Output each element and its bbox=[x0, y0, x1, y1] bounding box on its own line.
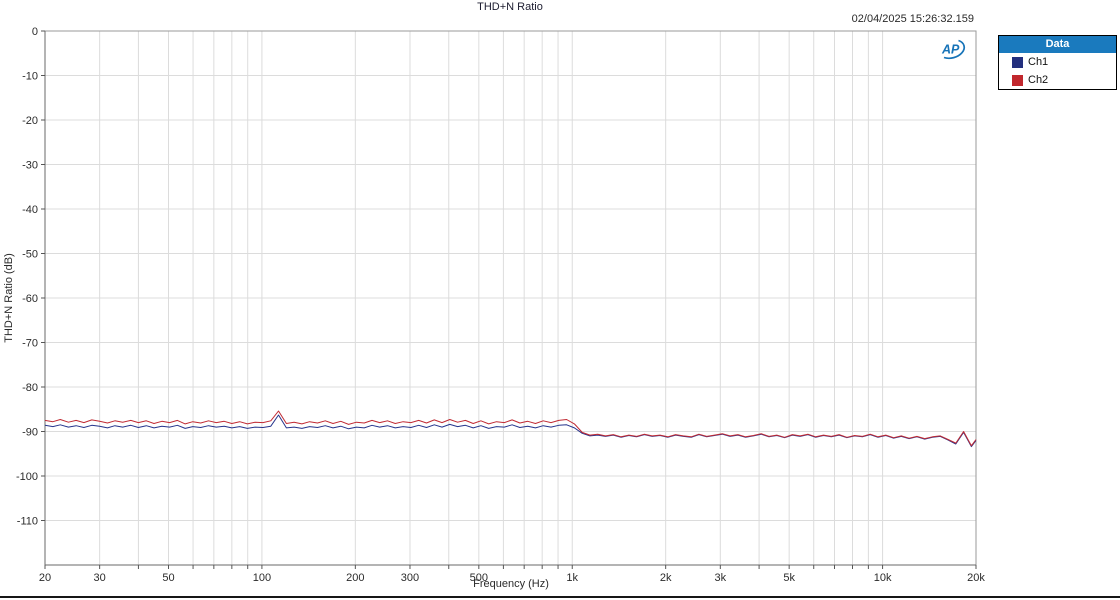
x-tick-label: 2k bbox=[660, 572, 672, 584]
ch2-color-swatch bbox=[1012, 74, 1023, 86]
x-tick-label: 30 bbox=[94, 572, 106, 584]
x-tick-label: 3k bbox=[715, 572, 727, 584]
legend-item-label: Ch2 bbox=[1028, 74, 1049, 86]
y-tick-label: -60 bbox=[22, 293, 38, 305]
data-legend: Data Ch1 Ch2 bbox=[998, 35, 1117, 90]
y-tick-label: -10 bbox=[22, 71, 38, 83]
y-tick-label: -70 bbox=[22, 338, 38, 350]
ap-logo-text: AP bbox=[941, 43, 960, 57]
x-tick-label: 5k bbox=[783, 572, 795, 584]
y-tick-label: -30 bbox=[22, 160, 38, 172]
legend-item-ch1[interactable]: Ch1 bbox=[999, 53, 1116, 71]
y-tick-label: -40 bbox=[22, 204, 38, 216]
y-tick-label: -80 bbox=[22, 382, 38, 394]
x-tick-label: 50 bbox=[162, 572, 174, 584]
y-tick-label: -100 bbox=[16, 471, 38, 483]
ap-logo-icon: AP bbox=[941, 39, 966, 60]
graph-panel: THD+N Ratio 02/04/2025 15:26:32.159 20 30… bbox=[0, 0, 1120, 600]
legend-header: Data bbox=[999, 36, 1116, 53]
trace-ch1 bbox=[44, 414, 977, 448]
x-tick-label: 100 bbox=[253, 572, 271, 584]
x-tick-label: 200 bbox=[346, 572, 364, 584]
x-tick-label: 300 bbox=[401, 572, 419, 584]
y-tick-label: -50 bbox=[22, 249, 38, 261]
legend-item-label: Ch1 bbox=[1028, 56, 1049, 68]
panel-bottom-border bbox=[0, 596, 1120, 598]
x-axis-title: Frequency (Hz) bbox=[473, 578, 549, 590]
y-tick-label: 0 bbox=[32, 26, 38, 38]
x-tick-label: 20k bbox=[967, 572, 985, 584]
y-tick-label: -110 bbox=[17, 516, 38, 528]
x-tick-label: 1k bbox=[566, 572, 578, 584]
y-tick-label: -20 bbox=[22, 115, 38, 127]
y-tick-label: -90 bbox=[22, 427, 38, 439]
ch1-color-swatch bbox=[1012, 56, 1023, 68]
x-tick-label: 20 bbox=[39, 572, 51, 584]
y-axis-title: THD+N Ratio (dB) bbox=[3, 253, 15, 343]
x-tick-label: 10k bbox=[874, 572, 892, 584]
legend-item-ch2[interactable]: Ch2 bbox=[999, 71, 1116, 89]
plot-area: 20 30 50 100 200 300 500 1k 2k 3k 5k 10k 20k0-10-20-… bbox=[16, 26, 985, 584]
